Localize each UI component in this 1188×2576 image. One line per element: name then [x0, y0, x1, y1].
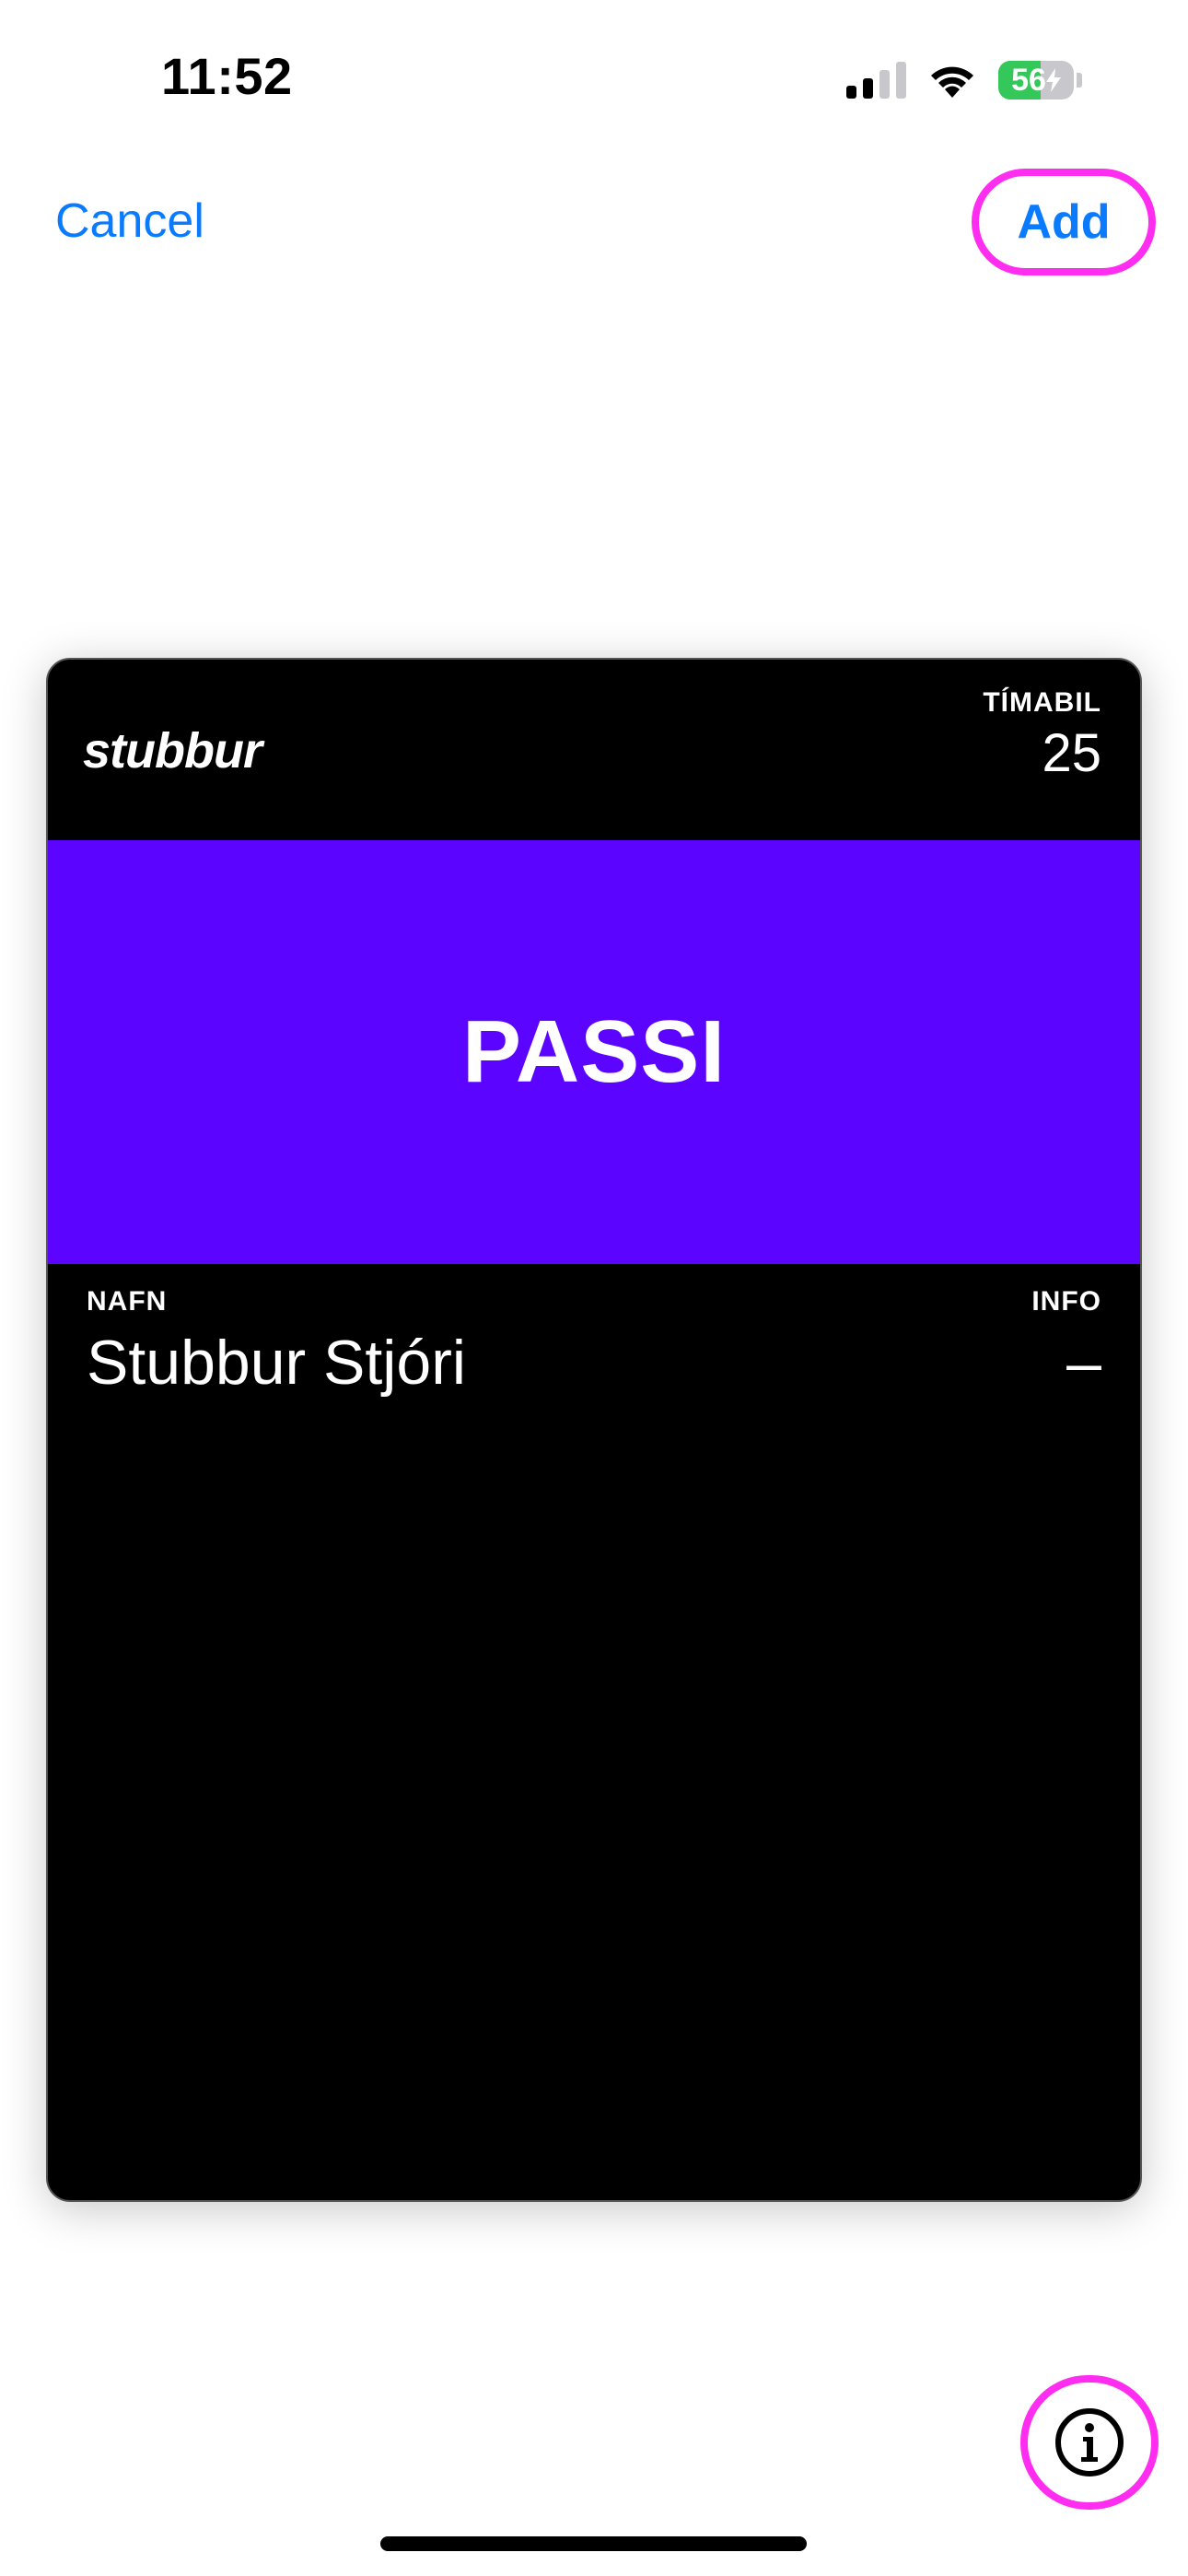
primary-field-label: INFO: [1031, 1286, 1101, 1317]
info-circle-icon: [1055, 2408, 1124, 2476]
pass-card: stubbur TÍMABIL 25 PASSI NAFN Stubbur St…: [46, 658, 1142, 2202]
charging-bolt-icon: [1045, 68, 1061, 92]
battery-indicator: 56: [998, 61, 1074, 100]
home-indicator[interactable]: [380, 2536, 807, 2551]
add-button[interactable]: Add: [972, 169, 1156, 275]
battery-charging-icon: 56: [998, 61, 1082, 100]
primary-field-value: Stubbur Stjóri: [87, 1328, 466, 1398]
primary-field-nafn: NAFN Stubbur Stjóri: [87, 1286, 466, 1399]
battery-level: 56: [1011, 62, 1046, 98]
pass-strip: PASSI: [48, 840, 1140, 1264]
header-field-timabil: TÍMABIL 25: [983, 687, 1101, 784]
primary-field-info: INFO –: [1031, 1286, 1101, 1399]
primary-field-label: NAFN: [87, 1286, 168, 1317]
header-field-value: 25: [1042, 723, 1101, 783]
pass-strip-text: PASSI: [462, 1002, 726, 1101]
info-button[interactable]: [1020, 2375, 1159, 2510]
wifi-icon: [931, 66, 973, 98]
add-pass-screen: 11:52 56 Cancel Add stubbur TÍMABIL 25 P…: [0, 0, 1188, 2576]
header-field-label: TÍMABIL: [983, 687, 1101, 718]
pass-logo: stubbur: [83, 723, 262, 779]
status-icons: 56: [846, 57, 1082, 103]
cellular-signal-icon: [846, 62, 906, 99]
primary-field-value: –: [1066, 1328, 1101, 1398]
cancel-button[interactable]: Cancel: [55, 193, 204, 249]
status-time: 11:52: [161, 47, 293, 105]
